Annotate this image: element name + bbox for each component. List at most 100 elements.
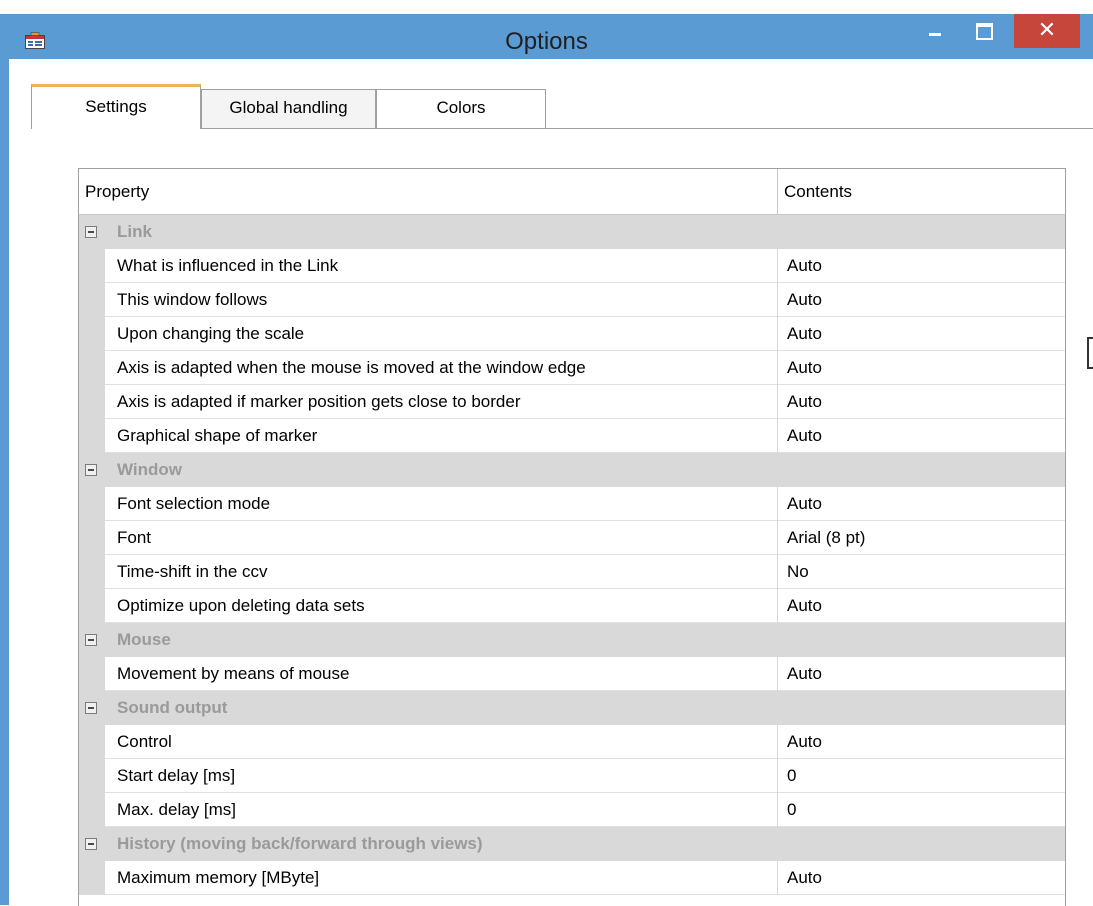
property-value[interactable]: Auto — [787, 385, 822, 419]
cell-divider — [777, 725, 778, 759]
cell-divider — [777, 385, 778, 419]
cell-divider — [777, 317, 778, 351]
cell-divider — [777, 487, 778, 521]
category-label: Sound output — [117, 698, 228, 717]
maximize-icon — [976, 23, 993, 40]
edge-fragment — [1087, 337, 1093, 369]
row-margin — [79, 521, 105, 555]
grid-header: Property Contents — [79, 169, 1065, 215]
property-name: Max. delay [ms] — [117, 800, 237, 819]
cell-divider — [777, 759, 778, 793]
category-row[interactable]: Window — [79, 453, 1065, 487]
property-row[interactable]: Axis is adapted when the mouse is moved … — [79, 351, 1065, 385]
collapse-icon[interactable] — [85, 634, 97, 646]
minimize-button[interactable] — [913, 14, 959, 44]
cell-divider — [777, 283, 778, 317]
collapse-icon[interactable] — [85, 702, 97, 714]
property-row[interactable]: Graphical shape of marker Auto — [79, 419, 1065, 453]
property-name: Axis is adapted if marker position gets … — [117, 392, 521, 411]
options-dialog: Options ✕ Settings Global handling Color… — [0, 0, 1093, 906]
row-margin — [79, 589, 105, 623]
property-value[interactable]: 0 — [787, 793, 796, 827]
property-value[interactable]: Auto — [787, 657, 822, 691]
close-button[interactable]: ✕ — [1014, 14, 1080, 48]
cell-divider — [777, 589, 778, 623]
category-row[interactable]: Mouse — [79, 623, 1065, 657]
property-value[interactable]: Auto — [787, 283, 822, 317]
property-name: This window follows — [117, 290, 268, 309]
property-name: Axis is adapted when the mouse is moved … — [117, 358, 586, 377]
category-label: Window — [117, 460, 182, 479]
row-margin — [79, 283, 105, 317]
property-value[interactable]: Auto — [787, 317, 822, 351]
cell-divider — [777, 657, 778, 691]
row-margin — [79, 861, 105, 895]
title-bar[interactable]: Options ✕ — [0, 14, 1093, 59]
property-name: Movement by means of mouse — [117, 664, 350, 683]
property-row[interactable]: Font selection mode Auto — [79, 487, 1065, 521]
tab-colors[interactable]: Colors — [376, 89, 546, 128]
tab-settings[interactable]: Settings — [31, 84, 201, 129]
row-margin — [79, 657, 105, 691]
row-margin — [79, 385, 105, 419]
property-name: Start delay [ms] — [117, 766, 236, 785]
cell-divider — [777, 793, 778, 827]
property-row[interactable]: Time-shift in the ccv No — [79, 555, 1065, 589]
category-row[interactable]: Link — [79, 215, 1065, 249]
property-row[interactable]: Font Arial (8 pt) — [79, 521, 1065, 555]
property-row[interactable]: Maximum memory [MByte] Auto — [79, 861, 1065, 895]
cell-divider — [777, 249, 778, 283]
row-margin — [79, 249, 105, 283]
property-row[interactable]: Start delay [ms] 0 — [79, 759, 1065, 793]
property-value[interactable]: Auto — [787, 249, 822, 283]
category-row[interactable]: Sound output — [79, 691, 1065, 725]
property-row[interactable]: Control Auto — [79, 725, 1065, 759]
property-name: Upon changing the scale — [117, 324, 305, 343]
collapse-icon[interactable] — [85, 838, 97, 850]
row-margin — [79, 725, 105, 759]
cell-divider — [777, 351, 778, 385]
property-name: Font — [117, 528, 152, 547]
property-row[interactable]: This window follows Auto — [79, 283, 1065, 317]
property-value[interactable]: Auto — [787, 589, 822, 623]
minimize-icon — [929, 33, 941, 36]
property-row[interactable]: Upon changing the scale Auto — [79, 317, 1065, 351]
category-label: Link — [117, 222, 152, 241]
property-name: Graphical shape of marker — [117, 426, 318, 445]
category-row[interactable]: History (moving back/forward through vie… — [79, 827, 1065, 861]
property-row[interactable]: Max. delay [ms] 0 — [79, 793, 1065, 827]
maximize-button[interactable] — [962, 14, 1008, 44]
close-icon: ✕ — [1037, 17, 1057, 42]
category-label: History (moving back/forward through vie… — [117, 834, 483, 853]
property-value[interactable]: Auto — [787, 487, 822, 521]
window-border — [0, 59, 9, 905]
property-value[interactable]: Auto — [787, 725, 822, 759]
property-value[interactable]: 0 — [787, 759, 796, 793]
property-name: Time-shift in the ccv — [117, 562, 268, 581]
property-value[interactable]: Auto — [787, 351, 822, 385]
column-header-property[interactable]: Property — [85, 169, 149, 214]
collapse-icon[interactable] — [85, 226, 97, 238]
property-value[interactable]: Auto — [787, 419, 822, 453]
row-margin — [79, 487, 105, 521]
property-row[interactable]: Optimize upon deleting data sets Auto — [79, 589, 1065, 623]
row-margin — [79, 793, 105, 827]
row-margin — [79, 351, 105, 385]
column-divider[interactable] — [777, 169, 778, 214]
property-name: What is influenced in the Link — [117, 256, 339, 275]
property-row[interactable]: Axis is adapted if marker position gets … — [79, 385, 1065, 419]
property-value[interactable]: Arial (8 pt) — [787, 521, 865, 555]
cell-divider — [777, 861, 778, 895]
cell-divider — [777, 555, 778, 589]
property-grid[interactable]: Property Contents Link What is influenced… — [78, 168, 1066, 906]
property-name: Maximum memory [MByte] — [117, 868, 320, 887]
tab-global-handling[interactable]: Global handling — [201, 89, 376, 128]
column-header-contents[interactable]: Contents — [784, 169, 852, 214]
property-row[interactable]: Movement by means of mouse Auto — [79, 657, 1065, 691]
property-row[interactable]: What is influenced in the Link Auto — [79, 249, 1065, 283]
property-value[interactable]: Auto — [787, 861, 822, 895]
cell-divider — [777, 419, 778, 453]
collapse-icon[interactable] — [85, 464, 97, 476]
property-value[interactable]: No — [787, 555, 809, 589]
row-margin — [79, 317, 105, 351]
